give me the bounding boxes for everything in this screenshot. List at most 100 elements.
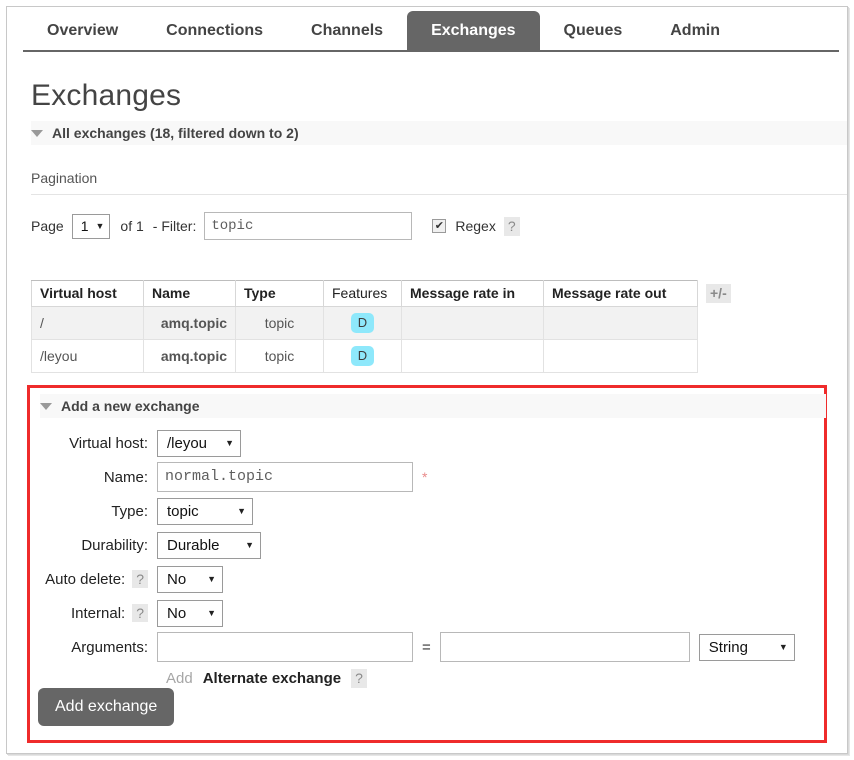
add-exchange-highlight-box: Add a new exchange Virtual host: /leyou … xyxy=(27,385,827,743)
tab-connections-label: Connections xyxy=(166,22,264,39)
column-header-message-rate-out[interactable]: Message rate out xyxy=(543,280,698,307)
durability-select[interactable]: Durable ▼ xyxy=(157,531,261,559)
tab-exchanges[interactable]: Exchanges xyxy=(407,11,540,52)
required-asterisk: * xyxy=(422,469,428,485)
tab-overview[interactable]: Overview xyxy=(23,11,142,52)
regex-checkbox[interactable]: ✔ xyxy=(432,219,447,233)
pagination-divider xyxy=(31,194,847,195)
auto-delete-help-icon[interactable]: ? xyxy=(132,570,148,588)
argument-key-input[interactable] xyxy=(157,632,413,662)
auto-delete-label: Auto delete: xyxy=(45,570,126,588)
internal-help-icon[interactable]: ? xyxy=(132,604,148,622)
form-row-arguments: Arguments: = String ▼ xyxy=(30,630,824,664)
chevron-down-icon: ▼ xyxy=(778,641,788,652)
chevron-down-icon xyxy=(40,402,52,410)
checkmark-icon: ✔ xyxy=(434,219,444,232)
exchange-type-select[interactable]: topic ▼ xyxy=(157,497,253,525)
internal-select[interactable]: No ▼ xyxy=(157,599,223,627)
tab-admin[interactable]: Admin xyxy=(646,11,744,52)
cell-message-rate-out xyxy=(543,306,698,340)
tab-overview-label: Overview xyxy=(47,22,119,39)
auto-delete-select-value: No xyxy=(167,570,187,588)
type-label: Type: xyxy=(111,502,148,520)
main-nav-tabbar: Overview Connections Channels Exchanges … xyxy=(7,7,847,52)
form-row-name: Name: * xyxy=(30,460,824,494)
name-label: Name: xyxy=(103,468,148,486)
cell-virtual-host: /leyou xyxy=(31,339,144,373)
chevron-down-icon: ▼ xyxy=(225,437,234,448)
internal-label: Internal: xyxy=(71,604,126,622)
durability-select-value: Durable xyxy=(167,536,220,554)
chevron-down-icon: ▼ xyxy=(207,607,216,618)
add-exchange-button[interactable]: Add exchange xyxy=(38,688,175,726)
cell-type: topic xyxy=(235,306,324,340)
tab-queues[interactable]: Queues xyxy=(540,11,647,52)
tab-admin-label: Admin xyxy=(670,22,721,39)
add-exchange-form: Virtual host: /leyou ▼ Name: * Type: top… xyxy=(30,426,824,692)
argument-type-select[interactable]: String ▼ xyxy=(698,633,795,661)
column-header-type[interactable]: Type xyxy=(235,280,324,307)
form-row-durability: Durability: Durable ▼ xyxy=(30,528,824,562)
section-header-add-exchange[interactable]: Add a new exchange xyxy=(40,394,826,418)
page-number-select-value: 1 xyxy=(80,217,89,234)
page-total-label: of 1 xyxy=(120,218,144,234)
internal-select-value: No xyxy=(167,604,187,622)
page-title: Exchanges xyxy=(31,79,182,112)
virtual-host-select[interactable]: /leyou ▼ xyxy=(157,429,241,457)
arguments-label: Arguments: xyxy=(71,638,148,656)
durable-badge: D xyxy=(350,346,375,366)
chevron-down-icon xyxy=(31,129,43,137)
section-header-all-exchanges-label: All exchanges (18, filtered down to 2) xyxy=(52,125,299,141)
argument-value-input[interactable] xyxy=(439,632,690,662)
tab-channels[interactable]: Channels xyxy=(287,11,407,52)
tab-exchanges-label: Exchanges xyxy=(431,22,516,39)
column-header-message-rate-in[interactable]: Message rate in xyxy=(401,280,544,307)
filter-label: - Filter: xyxy=(152,218,197,234)
exchange-type-select-value: topic xyxy=(167,502,199,520)
chevron-down-icon: ▼ xyxy=(245,539,254,550)
page-label: Page xyxy=(31,218,64,234)
page-number-select[interactable]: 1 ▼ xyxy=(71,213,111,239)
tab-queues-label: Queues xyxy=(563,22,623,39)
durability-label: Durability: xyxy=(81,536,148,554)
cell-features: D xyxy=(323,306,402,340)
add-argument-link[interactable]: Add xyxy=(166,670,193,687)
internal-label-group: Internal: ? xyxy=(30,604,157,622)
cell-virtual-host: / xyxy=(31,306,144,340)
chevron-down-icon: ▼ xyxy=(95,220,105,231)
cell-name[interactable]: amq.topic xyxy=(143,339,236,373)
exchanges-table: Virtual host Name Type Features Message … xyxy=(31,280,732,373)
form-row-internal: Internal: ? No ▼ xyxy=(30,596,824,630)
alternate-exchange-help-icon[interactable]: ? xyxy=(351,668,367,688)
table-row[interactable]: /leyou amq.topic topic D xyxy=(31,339,732,373)
column-header-virtual-host[interactable]: Virtual host xyxy=(31,280,144,307)
regex-help-icon[interactable]: ? xyxy=(503,216,520,236)
exchanges-table-wrapper: Virtual host Name Type Features Message … xyxy=(31,280,732,373)
cell-name[interactable]: amq.topic xyxy=(143,306,236,340)
app-root: Overview Connections Channels Exchanges … xyxy=(0,0,854,760)
alternate-exchange-label[interactable]: Alternate exchange xyxy=(203,670,341,687)
table-header-row: Virtual host Name Type Features Message … xyxy=(31,280,732,307)
tabbar-underline xyxy=(23,50,839,52)
table-row[interactable]: / amq.topic topic D xyxy=(31,306,732,340)
section-header-all-exchanges[interactable]: All exchanges (18, filtered down to 2) xyxy=(31,121,847,145)
chevron-down-icon: ▼ xyxy=(207,573,216,584)
column-header-features[interactable]: Features xyxy=(323,280,402,307)
argument-equals-sign: = xyxy=(422,638,431,656)
virtual-host-label: Virtual host: xyxy=(69,434,148,452)
filter-input[interactable] xyxy=(204,212,413,240)
tab-connections[interactable]: Connections xyxy=(142,11,287,52)
regex-label: Regex xyxy=(455,218,496,234)
column-toggle-button[interactable]: +/- xyxy=(706,284,731,303)
exchange-name-input[interactable] xyxy=(157,462,413,492)
window-frame: Overview Connections Channels Exchanges … xyxy=(6,6,848,754)
cell-message-rate-in xyxy=(401,306,544,340)
cell-features: D xyxy=(323,339,402,373)
filter-row: Page 1 ▼ of 1 - Filter: ✔ Regex ? xyxy=(31,211,520,241)
column-header-name[interactable]: Name xyxy=(143,280,236,307)
section-header-add-exchange-label: Add a new exchange xyxy=(61,398,200,414)
durable-badge: D xyxy=(350,313,375,333)
auto-delete-select[interactable]: No ▼ xyxy=(157,565,223,593)
form-row-virtual-host: Virtual host: /leyou ▼ xyxy=(30,426,824,460)
tab-channels-label: Channels xyxy=(311,22,384,39)
